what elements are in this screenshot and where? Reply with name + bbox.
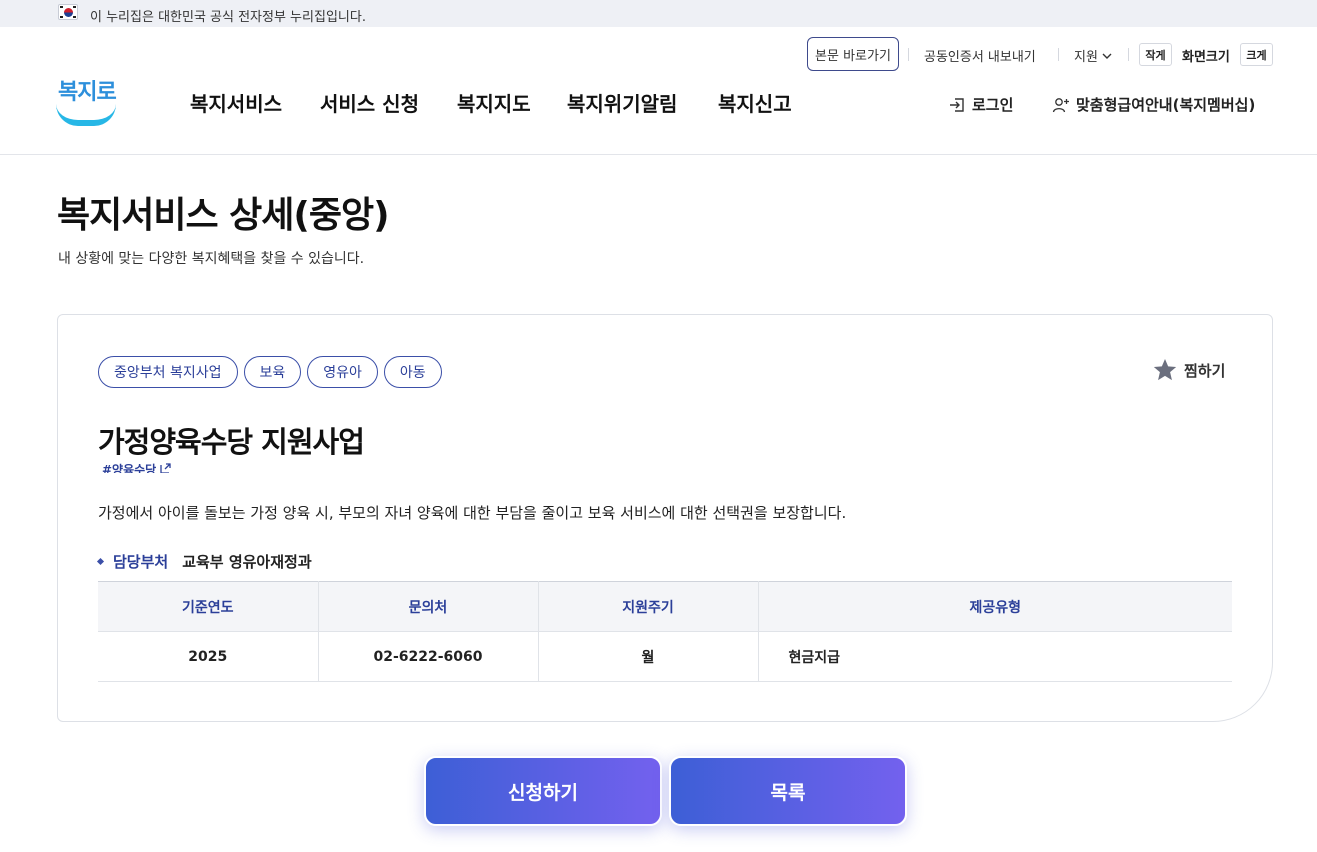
nav-item-crisis-alert[interactable]: 복지위기알림 [567, 88, 677, 117]
logo-text: 복지로 [58, 80, 117, 105]
support-label: 지원 [1074, 50, 1098, 65]
department-label: 담당부처 [113, 553, 169, 571]
hashtag-link[interactable]: #양육수당 [102, 461, 172, 473]
tag-chip[interactable]: 아동 [383, 356, 442, 388]
table-cell: 현금지급 [758, 631, 1232, 682]
table-header: 기준연도 [98, 581, 319, 632]
table-header: 제공유형 [758, 581, 1232, 632]
tag-list: 중앙부처 복지사업 보육 영유아 아동 [98, 356, 442, 388]
bookmark-label: 찜하기 [1184, 361, 1226, 380]
tag-chip[interactable]: 보육 [243, 356, 302, 388]
logo-smile-icon [56, 104, 116, 126]
membership-label: 맞춤형급여안내(복지멤버십) [1076, 96, 1256, 114]
login-label: 로그인 [972, 96, 1014, 114]
chevron-down-icon [1102, 53, 1112, 59]
header-divider [0, 154, 1317, 155]
bookmark-button[interactable]: 찜하기 [1152, 357, 1225, 383]
list-button[interactable]: 목록 [669, 756, 907, 826]
divider [1058, 48, 1059, 61]
apply-button[interactable]: 신청하기 [424, 756, 662, 826]
font-size-label: 화면크기 [1182, 50, 1230, 65]
table-header-row: 기준연도 문의처 지원주기 제공유형 [98, 581, 1232, 632]
service-description: 가정에서 아이를 돌보는 가정 양육 시, 부모의 자녀 양육에 대한 부담을 … [98, 504, 847, 522]
service-title: 가정양육수당 지원사업 [98, 425, 365, 459]
page-description: 내 상황에 맞는 다양한 복지혜택을 찾을 수 있습니다. [58, 251, 365, 267]
department-row: 담당부처 교육부 영유아재정과 [96, 551, 312, 572]
gov-banner: 이 누리집은 대한민국 공식 전자정부 누리집입니다. [0, 0, 1317, 27]
logo[interactable]: 복지로 [56, 72, 118, 128]
korea-flag-icon [58, 4, 78, 20]
font-large-button[interactable]: 크게 [1240, 43, 1273, 66]
table-cell: 2025 [98, 631, 319, 682]
login-icon [950, 97, 964, 112]
font-small-button[interactable]: 작게 [1139, 43, 1172, 66]
add-user-icon [1052, 97, 1069, 112]
nav-item-welfare-map[interactable]: 복지지도 [457, 88, 531, 117]
star-icon [1153, 358, 1177, 381]
table-header: 지원주기 [538, 581, 759, 632]
table-cell: 02-6222-6060 [318, 631, 539, 682]
gov-banner-text: 이 누리집은 대한민국 공식 전자정부 누리집입니다. [90, 10, 366, 25]
department-value: 교육부 영유아재정과 [182, 553, 312, 571]
divider [908, 48, 909, 61]
tag-chip[interactable]: 중앙부처 복지사업 [98, 356, 238, 388]
diamond-bullet-icon [96, 557, 105, 566]
external-link-icon [160, 463, 172, 473]
nav-item-welfare-report[interactable]: 복지신고 [718, 88, 792, 117]
login-button[interactable]: 로그인 [948, 94, 1013, 115]
divider [1128, 48, 1129, 61]
tag-chip[interactable]: 영유아 [307, 356, 378, 388]
skip-to-content-button[interactable]: 본문 바로가기 [807, 37, 899, 71]
service-detail-card: 중앙부처 복지사업 보육 영유아 아동 찜하기 가정양육수당 지원사업 #양육수… [57, 314, 1273, 722]
support-dropdown[interactable]: 지원 [1074, 46, 1112, 65]
page-title: 복지서비스 상세(중앙) [57, 195, 390, 236]
nav-item-service-apply[interactable]: 서비스 신청 [320, 88, 419, 117]
cert-export-link[interactable]: 공동인증서 내보내기 [924, 46, 1036, 65]
table-cell: 월 [538, 631, 759, 682]
nav-item-welfare-service[interactable]: 복지서비스 [190, 88, 282, 117]
table-row: 2025 02-6222-6060 월 현금지급 [98, 631, 1232, 682]
membership-link[interactable]: 맞춤형급여안내(복지멤버십) [1052, 94, 1255, 115]
hashtag-label: #양육수당 [102, 463, 157, 473]
service-info-table: 기준연도 문의처 지원주기 제공유형 2025 02-6222-6060 월 현… [98, 581, 1232, 682]
table-header: 문의처 [318, 581, 539, 632]
